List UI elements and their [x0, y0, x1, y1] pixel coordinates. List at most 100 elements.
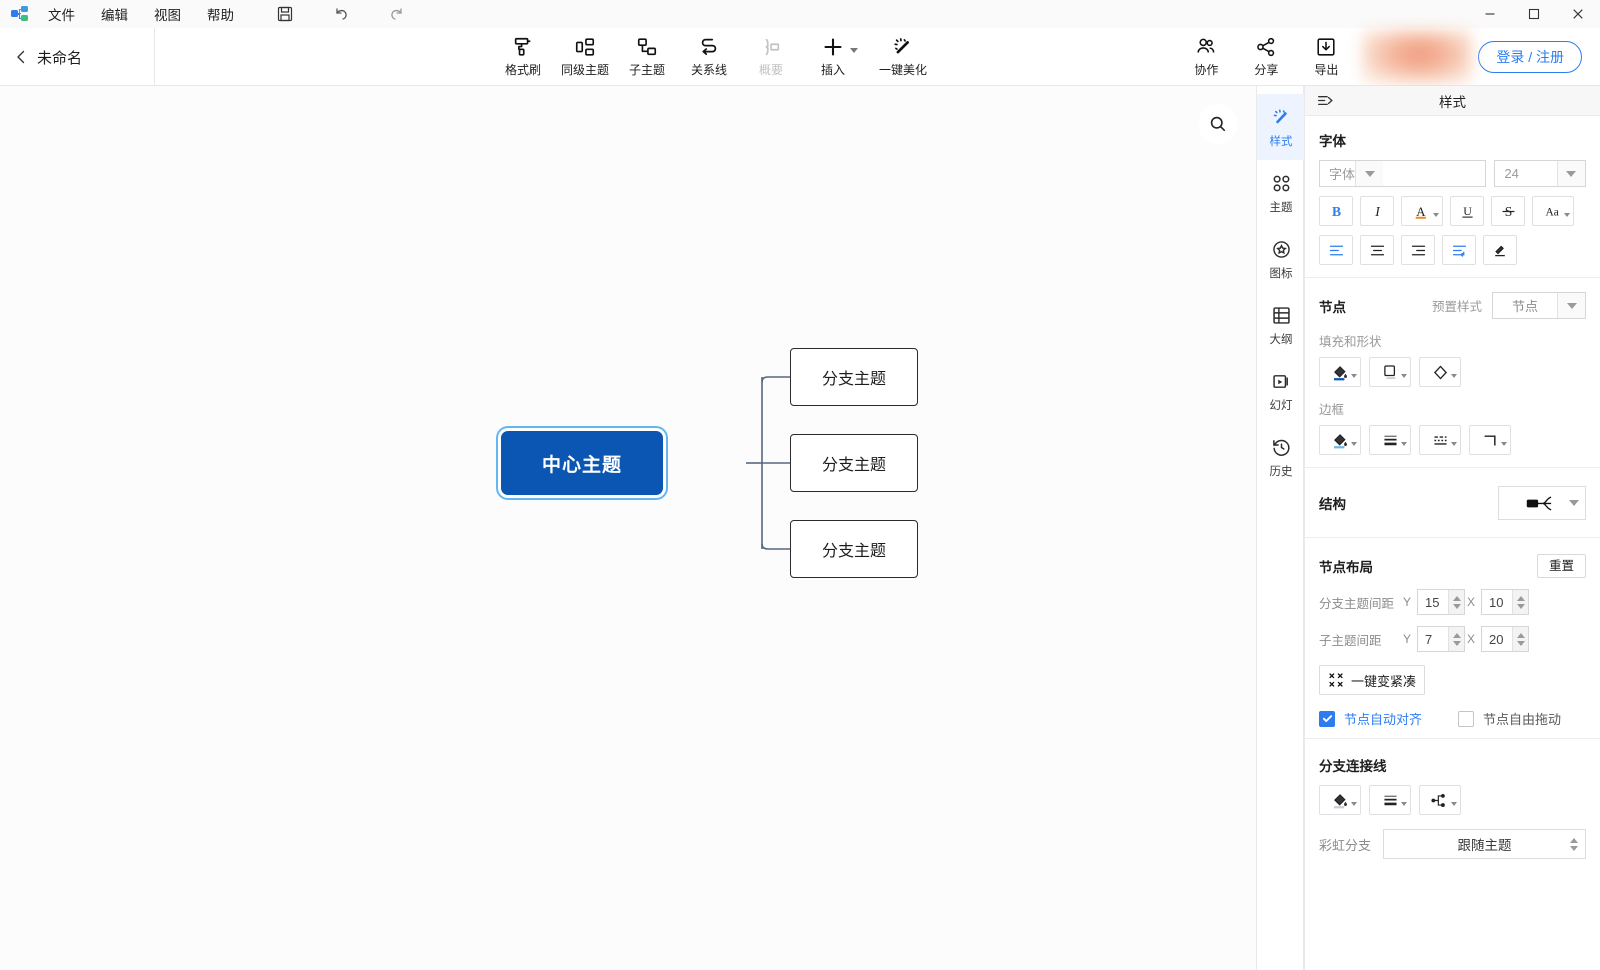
font-size-select[interactable]: 24 — [1494, 160, 1586, 187]
auto-align-label[interactable]: 节点自动对齐 — [1344, 709, 1422, 728]
chevron-down-icon[interactable] — [850, 48, 858, 53]
chevron-down-icon[interactable] — [1351, 802, 1357, 806]
chevron-down-icon[interactable] — [1451, 802, 1457, 806]
collaborate-button[interactable]: 协作 — [1176, 28, 1236, 86]
minimize-button[interactable] — [1468, 0, 1512, 28]
clear-format-button[interactable] — [1483, 235, 1517, 265]
stepper-arrows[interactable] — [1512, 590, 1529, 614]
mindmap-canvas[interactable]: 中心主题 分支主题 分支主题 分支主题 — [0, 86, 1256, 970]
chevron-down-icon[interactable] — [1433, 213, 1439, 217]
align-center-button[interactable] — [1360, 235, 1394, 265]
preset-style-label: 预置样式 — [1431, 300, 1482, 314]
child-spacing-y-stepper[interactable]: 7 — [1417, 626, 1466, 652]
redo-icon[interactable] — [388, 5, 406, 23]
strikethrough-button[interactable]: S — [1491, 196, 1525, 226]
login-register-button[interactable]: 登录 / 注册 — [1478, 41, 1582, 73]
mindmap-center-node[interactable]: 中心主题 — [501, 431, 663, 495]
chevron-down-icon[interactable] — [1355, 161, 1384, 186]
sidebar-item-style[interactable]: 样式 — [1257, 94, 1305, 160]
stepper-arrows[interactable] — [1512, 627, 1529, 651]
align-left-button[interactable] — [1319, 235, 1353, 265]
border-corner-button[interactable] — [1469, 425, 1511, 455]
menu-edit[interactable]: 编辑 — [101, 4, 128, 24]
chevron-down-icon[interactable] — [1451, 442, 1457, 446]
branch-line-style-button[interactable] — [1419, 785, 1461, 815]
structure-section: 结构 — [1305, 468, 1600, 538]
chevron-down-icon[interactable] — [1401, 374, 1407, 378]
text-case-button[interactable]: Aa — [1532, 196, 1574, 226]
chevron-down-icon[interactable] — [1564, 213, 1570, 217]
chevron-down-icon[interactable] — [1401, 442, 1407, 446]
child-spacing-x-stepper[interactable]: 20 — [1481, 626, 1530, 652]
mindmap-branch-node[interactable]: 分支主题 — [790, 520, 918, 578]
summary-button[interactable]: 概要 — [740, 28, 802, 86]
rainbow-branch-select[interactable]: 跟随主题 — [1383, 829, 1586, 859]
chevron-down-icon[interactable] — [1556, 161, 1585, 186]
summary-icon — [760, 36, 782, 58]
branch-spacing-row: 分支主题间距 Y 15 X 10 — [1319, 589, 1586, 615]
save-icon[interactable] — [276, 5, 294, 23]
sibling-topic-button[interactable]: 同级主题 — [554, 28, 616, 86]
chevron-down-icon[interactable] — [1569, 499, 1579, 506]
free-drag-label[interactable]: 节点自由拖动 — [1483, 709, 1561, 728]
sub-topic-button[interactable]: 子主题 — [616, 28, 678, 86]
sidebar-item-theme[interactable]: 主题 — [1257, 160, 1305, 226]
menu-help[interactable]: 帮助 — [207, 4, 234, 24]
stepper-arrows[interactable] — [1448, 627, 1465, 651]
node-shape-button[interactable] — [1369, 357, 1411, 387]
free-drag-checkbox[interactable] — [1458, 710, 1475, 727]
export-button[interactable]: 导出 — [1296, 28, 1356, 86]
chevron-down-icon[interactable] — [1451, 374, 1457, 378]
branch-spacing-x-stepper[interactable]: 10 — [1481, 589, 1530, 615]
border-color-button[interactable] — [1319, 425, 1361, 455]
document-name[interactable]: 未命名 — [37, 47, 82, 68]
underline-button[interactable]: U — [1450, 196, 1484, 226]
maximize-button[interactable] — [1512, 0, 1556, 28]
close-button[interactable] — [1556, 0, 1600, 28]
bold-button[interactable]: B — [1319, 196, 1353, 226]
branch-spacing-label: 分支主题间距 — [1319, 596, 1395, 611]
preset-style-select[interactable]: 节点 — [1492, 292, 1586, 319]
italic-button[interactable]: I — [1360, 196, 1394, 226]
auto-align-checkbox[interactable] — [1319, 710, 1335, 727]
structure-select[interactable] — [1498, 485, 1586, 520]
avatar[interactable] — [1362, 30, 1473, 84]
sidebar-item-icon[interactable]: 图标 — [1257, 226, 1305, 292]
beautify-button[interactable]: 一键美化 — [864, 28, 942, 86]
chevron-down-icon[interactable] — [1351, 442, 1357, 446]
format-painter-button[interactable]: 格式刷 — [492, 28, 554, 86]
indent-button[interactable] — [1442, 235, 1476, 265]
sidebar-item-history[interactable]: 历史 — [1257, 424, 1305, 490]
branch-line-width-button[interactable] — [1369, 785, 1411, 815]
undo-icon[interactable] — [332, 5, 350, 23]
sibling-topic-icon — [574, 36, 596, 58]
branch-line-color-button[interactable] — [1319, 785, 1361, 815]
insert-button[interactable]: 插入 — [802, 28, 864, 86]
align-right-button[interactable] — [1401, 235, 1435, 265]
branch-spacing-y-stepper[interactable]: 15 — [1417, 589, 1466, 615]
font-family-select[interactable]: 字体 — [1319, 160, 1487, 187]
chevron-down-icon[interactable] — [1501, 442, 1507, 446]
chevron-down-icon[interactable] — [1401, 802, 1407, 806]
node-diamond-shape-button[interactable] — [1419, 357, 1461, 387]
mindmap-branch-node[interactable]: 分支主题 — [790, 434, 918, 492]
stepper-arrows[interactable] — [1570, 837, 1578, 851]
sidebar-item-outline[interactable]: 大纲 — [1257, 292, 1305, 358]
share-button[interactable]: 分享 — [1236, 28, 1296, 86]
back-icon[interactable] — [14, 49, 28, 65]
make-compact-button[interactable]: 一键变紧凑 — [1319, 665, 1425, 695]
branch-spacing-y-value: 15 — [1425, 594, 1440, 610]
mindmap-branch-node[interactable]: 分支主题 — [790, 348, 918, 406]
border-width-button[interactable] — [1369, 425, 1411, 455]
sidebar-item-slides[interactable]: 幻灯 — [1257, 358, 1305, 424]
font-color-button[interactable]: A — [1401, 196, 1443, 226]
node-fill-color-button[interactable] — [1319, 357, 1361, 387]
menu-view[interactable]: 视图 — [154, 4, 181, 24]
relation-line-button[interactable]: 关系线 — [678, 28, 740, 86]
menu-file[interactable]: 文件 — [48, 4, 75, 24]
stepper-arrows[interactable] — [1448, 590, 1465, 614]
chevron-down-icon[interactable] — [1557, 293, 1585, 318]
chevron-down-icon[interactable] — [1351, 374, 1357, 378]
border-dash-button[interactable] — [1419, 425, 1461, 455]
reset-button[interactable]: 重置 — [1536, 554, 1586, 578]
